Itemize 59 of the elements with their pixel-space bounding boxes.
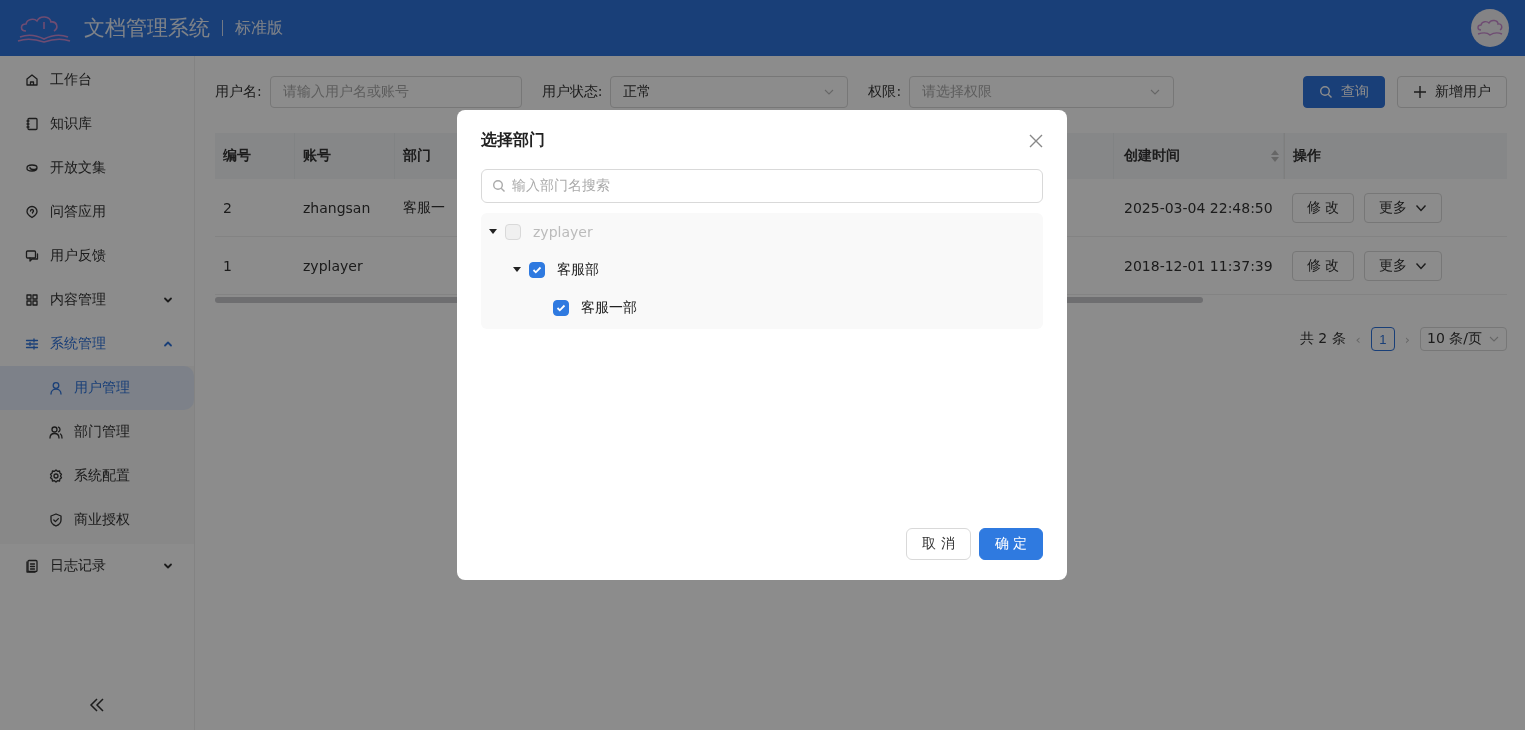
dialog-title: 选择部门 — [481, 130, 545, 151]
query-button[interactable]: 查询 — [1303, 76, 1385, 108]
gear-icon — [48, 468, 64, 484]
total-count: 共 2 条 — [1299, 330, 1346, 348]
table-cell: 1 — [215, 237, 295, 295]
page-button[interactable]: 1 — [1370, 327, 1395, 351]
table-cell: 2 — [215, 179, 295, 237]
sidebar-item[interactable]: 工作台 — [0, 58, 194, 102]
feedback-icon — [24, 248, 40, 264]
sidebar-item[interactable]: 日志记录 — [0, 544, 194, 588]
sidebar-subitem[interactable]: 系统配置 — [0, 454, 194, 498]
column-header: 操作 — [1284, 133, 1507, 179]
column-header: 账号 — [295, 133, 395, 179]
check-icon — [532, 265, 542, 275]
document-icon — [24, 558, 40, 574]
sidebar-subitem[interactable]: 商业授权 — [0, 498, 194, 542]
edit-button[interactable]: 修 改 — [1292, 250, 1355, 281]
check-icon — [556, 303, 566, 313]
column-header: 创建时间 — [1114, 133, 1284, 179]
chat-pin-icon — [24, 204, 40, 220]
column-header: 编号 — [215, 133, 295, 179]
close-icon[interactable] — [1029, 133, 1043, 148]
avatar[interactable] — [1471, 9, 1509, 47]
table-cell: zyplayer — [295, 237, 395, 295]
filter-label: 权限: — [868, 83, 902, 101]
user-icon — [48, 380, 64, 396]
plus-icon — [1413, 85, 1427, 99]
grid-icon — [24, 292, 40, 308]
filter-label: 用户状态: — [541, 83, 603, 101]
users-icon — [48, 424, 64, 440]
app-title: 文档管理系统 — [84, 15, 210, 42]
sliders-icon — [24, 336, 40, 352]
sidebar-item[interactable]: 问答应用 — [0, 190, 194, 234]
edition-label: 标准版 — [235, 17, 283, 39]
notebook-icon — [24, 116, 40, 132]
sidebar-item[interactable]: 内容管理 — [0, 278, 194, 322]
search-icon — [1319, 85, 1333, 99]
sidebar-item[interactable]: 开放文集 — [0, 146, 194, 190]
add-user-button[interactable]: 新增用户 — [1397, 76, 1507, 108]
page-size-select[interactable]: 10 条/页 — [1420, 327, 1507, 351]
shield-icon — [48, 512, 64, 528]
sidebar-subitem[interactable]: 用户管理 — [0, 366, 194, 410]
table-cell: zhangsan — [295, 179, 395, 237]
sidebar-item[interactable]: 知识库 — [0, 102, 194, 146]
sidebar-item[interactable]: 用户反馈 — [0, 234, 194, 278]
confirm-button[interactable]: 确 定 — [978, 528, 1043, 560]
cloud-book-logo-icon — [16, 13, 72, 43]
home-icon — [24, 72, 40, 88]
edit-button[interactable]: 修 改 — [1292, 192, 1355, 223]
more-button[interactable]: 更多 — [1364, 250, 1443, 281]
table-cell: 2018-12-01 11:37:39 — [1114, 237, 1284, 295]
cancel-button[interactable]: 取 消 — [906, 528, 971, 560]
sidebar-item[interactable]: 系统管理 — [0, 322, 194, 366]
select-field[interactable]: 正常 — [610, 76, 849, 108]
more-button[interactable]: 更多 — [1364, 192, 1443, 223]
search-icon — [492, 179, 506, 193]
sidebar-subitem[interactable]: 部门管理 — [0, 410, 194, 454]
table-cell: 2025-03-04 22:48:50 — [1114, 179, 1284, 237]
filter-label: 用户名: — [215, 83, 262, 101]
